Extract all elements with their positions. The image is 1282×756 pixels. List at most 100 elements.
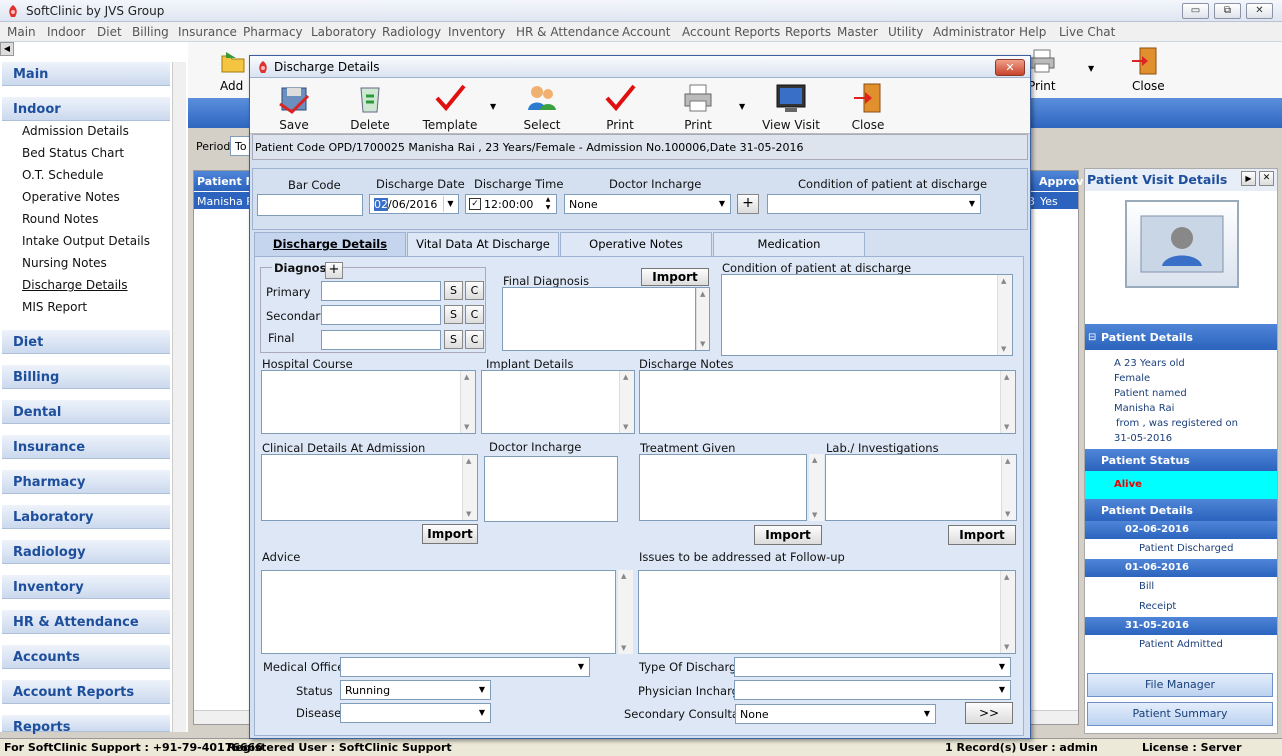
sidebar-item-admission-details[interactable]: Admission Details <box>22 124 129 138</box>
select-button[interactable]: Select <box>512 78 572 134</box>
sidebar-head-indoor[interactable]: Indoor <box>2 97 170 121</box>
sidebar-head-insurance[interactable]: Insurance <box>2 435 170 459</box>
sidebar-head-main[interactable]: Main <box>2 62 170 86</box>
sidebar-item-intake-output[interactable]: Intake Output Details <box>22 234 150 248</box>
disease-select[interactable]: ▼ <box>340 703 491 723</box>
import-clinical-button[interactable]: Import <box>422 524 478 544</box>
visit-date-2[interactable]: 01-06-2016 <box>1085 559 1277 577</box>
file-manager-button[interactable]: File Manager <box>1087 673 1273 697</box>
advice-scrollbar[interactable] <box>618 570 633 654</box>
issues-textarea[interactable] <box>638 570 1016 654</box>
sidebar-item-ot-schedule[interactable]: O.T. Schedule <box>22 168 103 182</box>
chevron-down-icon[interactable]: ▼ <box>715 196 729 212</box>
close-dialog-button[interactable]: Close <box>840 78 896 134</box>
discharge-notes-textarea[interactable] <box>639 370 1016 434</box>
final-diagnosis-scrollbar[interactable] <box>696 287 710 351</box>
final-diagnosis-input[interactable] <box>321 330 441 350</box>
save-button[interactable]: Save <box>264 78 324 134</box>
discharge-date-picker[interactable]: 02/06/2016 ▼ <box>369 194 459 214</box>
secondary-consultant-select[interactable]: None ▼ <box>735 704 936 724</box>
menu-laboratory[interactable]: Laboratory <box>311 25 376 39</box>
physician-select[interactable]: ▼ <box>734 680 1011 700</box>
menu-master[interactable]: Master <box>837 25 878 39</box>
status-select[interactable]: Running ▼ <box>340 680 491 700</box>
sidebar-head-dental[interactable]: Dental <box>2 400 170 424</box>
implant-textarea[interactable] <box>481 370 635 434</box>
sidebar-item-round-notes[interactable]: Round Notes <box>22 212 98 226</box>
clinical-details-textarea[interactable] <box>261 454 478 521</box>
visit-event-admitted[interactable]: Patient Admitted <box>1139 639 1223 650</box>
minimize-button[interactable]: ▭ <box>1182 3 1209 19</box>
condition-textarea[interactable] <box>721 274 1013 356</box>
chevron-down-icon[interactable]: ▼ <box>475 682 489 698</box>
secondary-c-button[interactable]: C <box>465 305 484 324</box>
dialog-close-icon[interactable]: ✕ <box>995 59 1025 76</box>
add-diagnosis-button[interactable]: + <box>325 262 343 279</box>
menu-billing[interactable]: Billing <box>132 25 169 39</box>
visit-event-discharged[interactable]: Patient Discharged <box>1139 543 1233 554</box>
barcode-input[interactable] <box>257 194 363 216</box>
secondary-diagnosis-input[interactable] <box>321 305 441 325</box>
discharge-time-input[interactable]: 12:00:00 ✓ ▲ ▼ <box>465 194 557 214</box>
view-visit-button[interactable]: View Visit <box>758 78 824 134</box>
close-button[interactable]: Close <box>1132 79 1165 93</box>
template-dropdown-icon[interactable]: ▼ <box>490 102 496 111</box>
sidebar-head-billing[interactable]: Billing <box>2 365 170 389</box>
time-spinner[interactable]: ▲ ▼ <box>541 196 555 212</box>
primary-diagnosis-input[interactable] <box>321 281 441 301</box>
visit-event-receipt[interactable]: Receipt <box>1139 601 1176 612</box>
collapse-icon[interactable]: ⊟ <box>1088 332 1096 343</box>
panel-expand-button[interactable]: ▶ <box>1241 171 1256 186</box>
final-diagnosis-textarea[interactable] <box>502 287 696 351</box>
sidebar-head-pharmacy[interactable]: Pharmacy <box>2 470 170 494</box>
print-button[interactable]: Print <box>1028 79 1056 93</box>
menu-account[interactable]: Account <box>622 25 670 39</box>
sidebar-item-bed-status-chart[interactable]: Bed Status Chart <box>22 146 124 160</box>
sidebar-head-account-reports[interactable]: Account Reports <box>2 680 170 704</box>
chevron-down-icon[interactable]: ▼ <box>965 196 979 212</box>
sidebar-head-reports[interactable]: Reports <box>2 715 170 735</box>
chevron-down-icon[interactable]: ▼ <box>920 706 934 722</box>
menu-account-reports[interactable]: Account Reports <box>682 25 780 39</box>
menu-radiology[interactable]: Radiology <box>382 25 441 39</box>
print-dropdown-icon[interactable]: ▼ <box>1088 64 1094 73</box>
final-s-button[interactable]: S <box>444 330 463 349</box>
print-image-button[interactable]: Print Image <box>586 78 654 146</box>
tab-vital-data[interactable]: Vital Data At Discharge <box>407 232 559 256</box>
patient-summary-button[interactable]: Patient Summary <box>1087 702 1273 726</box>
medical-officer-select[interactable]: ▼ <box>340 657 590 677</box>
treatment-textarea[interactable] <box>639 454 807 521</box>
import-lab-button[interactable]: Import <box>948 525 1016 545</box>
tab-discharge-details[interactable]: Discharge Details <box>254 232 406 256</box>
next-button[interactable]: >> <box>965 702 1013 724</box>
close-window-button[interactable]: ✕ <box>1246 3 1273 19</box>
menu-hr-attendance[interactable]: HR & Attendance <box>516 25 619 39</box>
menu-main[interactable]: Main <box>7 25 36 39</box>
sidebar-item-operative-notes[interactable]: Operative Notes <box>22 190 120 204</box>
sidebar-head-radiology[interactable]: Radiology <box>2 540 170 564</box>
print-button[interactable]: Print <box>670 78 726 134</box>
final-c-button[interactable]: C <box>465 330 484 349</box>
sidebar-head-accounts[interactable]: Accounts <box>2 645 170 669</box>
add-button[interactable]: Add <box>220 79 243 93</box>
menu-administrator[interactable]: Administrator <box>933 25 1015 39</box>
condition-select[interactable]: ▼ <box>767 194 981 214</box>
patient-photo[interactable] <box>1125 200 1239 288</box>
sidebar-collapse-button[interactable]: ◀ <box>0 42 14 56</box>
tab-medication[interactable]: Medication <box>713 232 865 256</box>
primary-s-button[interactable]: S <box>444 281 463 300</box>
import-final-diagnosis-button[interactable]: Import <box>641 268 709 286</box>
visit-date-3[interactable]: 31-05-2016 <box>1085 617 1277 635</box>
primary-c-button[interactable]: C <box>465 281 484 300</box>
section-patient-details[interactable]: Patient Details <box>1085 324 1277 350</box>
menu-insurance[interactable]: Insurance <box>178 25 237 39</box>
maximize-button[interactable]: ⧉ <box>1214 3 1241 19</box>
chevron-down-icon[interactable]: ▼ <box>574 659 588 675</box>
delete-button[interactable]: Delete <box>340 78 400 134</box>
time-checkbox[interactable]: ✓ <box>469 198 481 210</box>
chevron-down-icon[interactable]: ▼ <box>443 196 457 212</box>
menu-live-chat[interactable]: Live Chat <box>1059 25 1115 39</box>
tab-operative-notes[interactable]: Operative Notes <box>560 232 712 256</box>
section-visit-details[interactable]: Patient Details <box>1085 499 1277 521</box>
sidebar-head-inventory[interactable]: Inventory <box>2 575 170 599</box>
